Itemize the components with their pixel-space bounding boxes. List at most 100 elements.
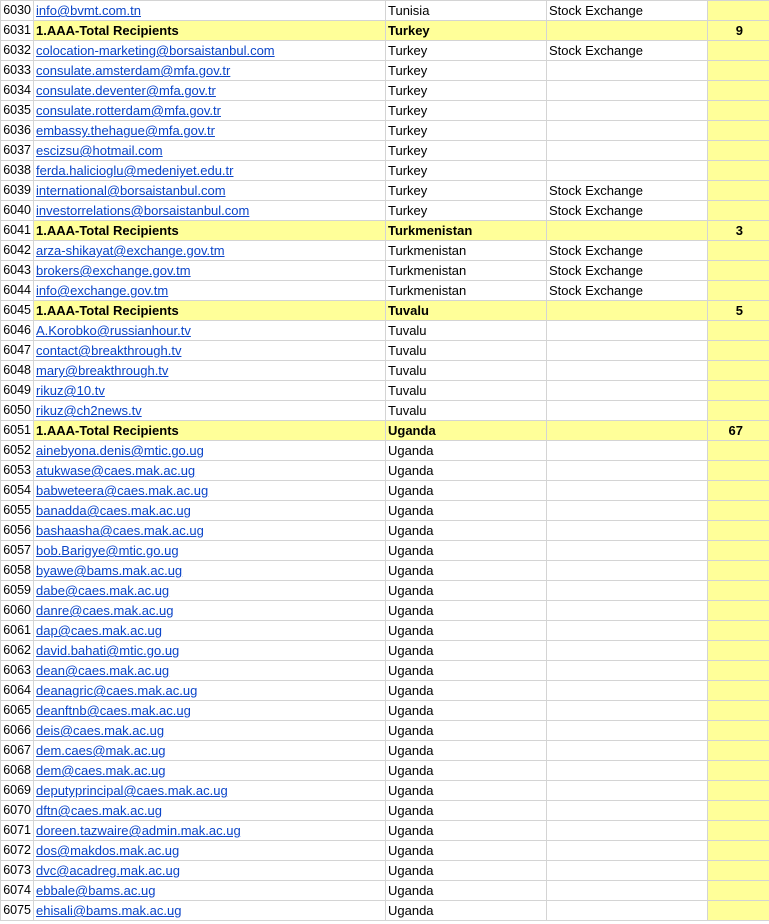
row-number[interactable]: 6074 xyxy=(0,880,34,901)
count-cell[interactable] xyxy=(707,780,769,801)
count-cell[interactable] xyxy=(707,0,769,21)
row-number[interactable]: 6045 xyxy=(0,300,34,321)
row-number[interactable]: 6075 xyxy=(0,900,34,921)
email-cell[interactable]: dap@caes.mak.ac.ug xyxy=(33,620,386,641)
count-cell[interactable] xyxy=(707,240,769,261)
email-cell[interactable]: deanagric@caes.mak.ac.ug xyxy=(33,680,386,701)
count-cell[interactable] xyxy=(707,380,769,401)
email-cell[interactable]: dem@caes.mak.ac.ug xyxy=(33,760,386,781)
email-cell[interactable]: dvc@acadreg.mak.ac.ug xyxy=(33,860,386,881)
country-cell[interactable]: Uganda xyxy=(385,680,547,701)
total-label-cell[interactable]: 1.AAA-Total Recipients xyxy=(33,420,386,441)
country-cell[interactable]: Uganda xyxy=(385,860,547,881)
row-number[interactable]: 6064 xyxy=(0,680,34,701)
count-cell[interactable] xyxy=(707,440,769,461)
count-cell[interactable]: 67 xyxy=(707,420,769,441)
category-cell[interactable] xyxy=(546,880,708,901)
category-cell[interactable] xyxy=(546,320,708,341)
count-cell[interactable] xyxy=(707,120,769,141)
email-cell[interactable]: byawe@bams.mak.ac.ug xyxy=(33,560,386,581)
email-cell[interactable]: deis@caes.mak.ac.ug xyxy=(33,720,386,741)
email-cell[interactable]: colocation-marketing@borsaistanbul.com xyxy=(33,40,386,61)
country-cell[interactable]: Turkey xyxy=(385,40,547,61)
country-cell[interactable]: Turkmenistan xyxy=(385,220,547,241)
email-cell[interactable]: dftn@caes.mak.ac.ug xyxy=(33,800,386,821)
email-cell[interactable]: consulate.rotterdam@mfa.gov.tr xyxy=(33,100,386,121)
category-cell[interactable] xyxy=(546,660,708,681)
row-number[interactable]: 6051 xyxy=(0,420,34,441)
email-cell[interactable]: dos@makdos.mak.ac.ug xyxy=(33,840,386,861)
row-number[interactable]: 6065 xyxy=(0,700,34,721)
email-cell[interactable]: bob.Barigye@mtic.go.ug xyxy=(33,540,386,561)
category-cell[interactable] xyxy=(546,820,708,841)
category-cell[interactable] xyxy=(546,100,708,121)
row-number[interactable]: 6056 xyxy=(0,520,34,541)
category-cell[interactable] xyxy=(546,440,708,461)
email-cell[interactable]: banadda@caes.mak.ac.ug xyxy=(33,500,386,521)
category-cell[interactable] xyxy=(546,740,708,761)
row-number[interactable]: 6057 xyxy=(0,540,34,561)
category-cell[interactable] xyxy=(546,480,708,501)
email-cell[interactable]: deputyprincipal@caes.mak.ac.ug xyxy=(33,780,386,801)
country-cell[interactable]: Turkey xyxy=(385,20,547,41)
email-cell[interactable]: brokers@exchange.gov.tm xyxy=(33,260,386,281)
email-cell[interactable]: deanftnb@caes.mak.ac.ug xyxy=(33,700,386,721)
count-cell[interactable] xyxy=(707,660,769,681)
email-cell[interactable]: contact@breakthrough.tv xyxy=(33,340,386,361)
email-cell[interactable]: embassy.thehague@mfa.gov.tr xyxy=(33,120,386,141)
category-cell[interactable] xyxy=(546,720,708,741)
country-cell[interactable]: Uganda xyxy=(385,760,547,781)
country-cell[interactable]: Uganda xyxy=(385,620,547,641)
category-cell[interactable] xyxy=(546,340,708,361)
email-cell[interactable]: escizsu@hotmail.com xyxy=(33,140,386,161)
row-number[interactable]: 6053 xyxy=(0,460,34,481)
category-cell[interactable] xyxy=(546,900,708,921)
country-cell[interactable]: Tunisia xyxy=(385,0,547,21)
row-number[interactable]: 6042 xyxy=(0,240,34,261)
category-cell[interactable] xyxy=(546,400,708,421)
country-cell[interactable]: Uganda xyxy=(385,700,547,721)
country-cell[interactable]: Tuvalu xyxy=(385,360,547,381)
country-cell[interactable]: Turkey xyxy=(385,200,547,221)
country-cell[interactable]: Turkey xyxy=(385,80,547,101)
category-cell[interactable] xyxy=(546,420,708,441)
row-number[interactable]: 6070 xyxy=(0,800,34,821)
country-cell[interactable]: Uganda xyxy=(385,580,547,601)
row-number[interactable]: 6039 xyxy=(0,180,34,201)
row-number[interactable]: 6066 xyxy=(0,720,34,741)
category-cell[interactable] xyxy=(546,700,708,721)
count-cell[interactable] xyxy=(707,680,769,701)
count-cell[interactable] xyxy=(707,840,769,861)
count-cell[interactable] xyxy=(707,280,769,301)
country-cell[interactable]: Turkmenistan xyxy=(385,280,547,301)
category-cell[interactable]: Stock Exchange xyxy=(546,40,708,61)
row-number[interactable]: 6049 xyxy=(0,380,34,401)
country-cell[interactable]: Uganda xyxy=(385,480,547,501)
row-number[interactable]: 6062 xyxy=(0,640,34,661)
category-cell[interactable]: Stock Exchange xyxy=(546,280,708,301)
count-cell[interactable]: 3 xyxy=(707,220,769,241)
row-number[interactable]: 6069 xyxy=(0,780,34,801)
row-number[interactable]: 6059 xyxy=(0,580,34,601)
country-cell[interactable]: Turkey xyxy=(385,120,547,141)
category-cell[interactable] xyxy=(546,120,708,141)
country-cell[interactable]: Turkey xyxy=(385,100,547,121)
country-cell[interactable]: Tuvalu xyxy=(385,300,547,321)
email-cell[interactable]: doreen.tazwaire@admin.mak.ac.ug xyxy=(33,820,386,841)
count-cell[interactable] xyxy=(707,500,769,521)
category-cell[interactable]: Stock Exchange xyxy=(546,240,708,261)
country-cell[interactable]: Uganda xyxy=(385,660,547,681)
count-cell[interactable] xyxy=(707,820,769,841)
count-cell[interactable] xyxy=(707,740,769,761)
category-cell[interactable]: Stock Exchange xyxy=(546,260,708,281)
count-cell[interactable] xyxy=(707,360,769,381)
country-cell[interactable]: Uganda xyxy=(385,820,547,841)
category-cell[interactable] xyxy=(546,800,708,821)
row-number[interactable]: 6043 xyxy=(0,260,34,281)
count-cell[interactable] xyxy=(707,60,769,81)
country-cell[interactable]: Uganda xyxy=(385,880,547,901)
count-cell[interactable] xyxy=(707,200,769,221)
category-cell[interactable] xyxy=(546,560,708,581)
row-number[interactable]: 6036 xyxy=(0,120,34,141)
count-cell[interactable] xyxy=(707,700,769,721)
